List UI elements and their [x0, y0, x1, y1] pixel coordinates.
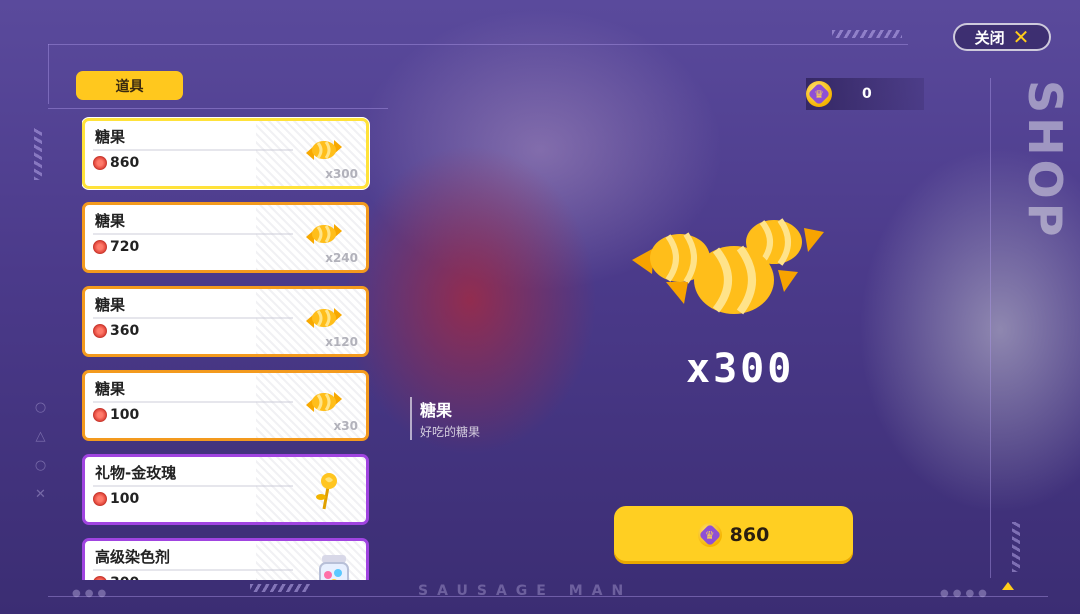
dye-jar-icon	[319, 555, 349, 580]
item-divider	[93, 569, 293, 571]
item-price-value: 300	[110, 575, 139, 580]
crown-coin-icon: ♛	[697, 523, 722, 547]
candy-icon	[306, 392, 342, 412]
price-coin-icon	[93, 492, 107, 506]
frame-hatch-left	[34, 128, 42, 180]
item-price: 860	[93, 155, 139, 171]
item-price-value: 720	[110, 239, 140, 255]
side-shape-icons: ○△○✕	[33, 400, 48, 516]
item-detail-title: 糖果 好吃的糖果	[410, 397, 480, 440]
golden-rose-icon	[316, 473, 337, 510]
frame-inner-line	[48, 108, 388, 109]
item-name: 高级染色剂	[95, 548, 171, 566]
price-coin-icon	[93, 408, 107, 422]
frame-hatch-top	[832, 30, 902, 38]
price-coin-icon	[93, 576, 107, 580]
item-price: 720	[93, 239, 139, 255]
item-divider	[93, 485, 293, 487]
item-price: 300	[93, 575, 139, 580]
item-name: 糖果	[95, 128, 126, 146]
corner-triangle-icon	[1002, 582, 1014, 590]
close-button[interactable]: 关闭 ✕	[953, 23, 1051, 51]
frame-dots-right: ●●●●	[940, 588, 991, 599]
currency-value: 0	[862, 86, 872, 102]
item-name: 糖果	[95, 380, 126, 398]
footer-sausage-man-text: SAUSAGE MAN	[418, 583, 633, 599]
item-price: 360	[93, 323, 139, 339]
item-price: 100	[93, 491, 139, 507]
item-list[interactable]: 糖果 860 x300 糖果 720 x240 糖果 360 x120 糖果 1…	[82, 117, 370, 580]
item-price-value: 860	[110, 155, 140, 171]
item-name: 礼物-金玫瑰	[95, 464, 177, 482]
item-price-value: 100	[110, 491, 140, 507]
item-divider	[93, 233, 293, 235]
candy-bundle-icon	[632, 218, 824, 315]
item-divider	[93, 401, 293, 403]
item-quantity: x300	[325, 167, 358, 181]
item-price-value: 360	[110, 323, 140, 339]
shop-item-dye[interactable]: 高级染色剂 300	[82, 538, 369, 580]
item-divider	[93, 149, 293, 151]
buy-price: 860	[729, 524, 770, 546]
shop-item-candy-120[interactable]: 糖果 360 x120	[82, 286, 369, 357]
price-coin-icon	[93, 324, 107, 338]
side-shop-watermark: SHOP	[1018, 80, 1072, 241]
item-name: 糖果	[95, 296, 126, 314]
frame-left-line	[48, 44, 49, 104]
frame-hatch-bottom	[250, 584, 310, 592]
item-price: 100	[93, 407, 139, 423]
frame-right-line	[990, 78, 991, 578]
candy-icon	[306, 224, 342, 244]
close-label: 关闭	[974, 28, 1005, 47]
item-divider	[93, 317, 293, 319]
detail-quantity: x300	[686, 346, 795, 392]
item-price-value: 100	[110, 407, 140, 423]
shop-item-candy-30[interactable]: 糖果 100 x30	[82, 370, 369, 441]
shop-item-candy-300[interactable]: 糖果 860 x300	[82, 118, 369, 189]
buy-button[interactable]: ♛ 860	[614, 506, 853, 564]
candy-icon	[306, 140, 342, 160]
item-quantity: x240	[325, 251, 358, 265]
close-x-icon: ✕	[1012, 25, 1030, 49]
candy-icon	[306, 308, 342, 328]
currency-display: ♛ 0	[806, 78, 924, 110]
tab-props[interactable]: 道具	[76, 71, 183, 100]
price-coin-icon	[93, 156, 107, 170]
detail-item-description: 好吃的糖果	[420, 425, 481, 439]
price-coin-icon	[93, 240, 107, 254]
shop-item-candy-240[interactable]: 糖果 720 x240	[82, 202, 369, 273]
shop-item-golden-rose[interactable]: 礼物-金玫瑰 100	[82, 454, 369, 525]
frame-top-line	[48, 44, 908, 45]
item-quantity: x120	[325, 335, 358, 349]
item-name: 糖果	[95, 212, 126, 230]
frame-dots-left: ●●●	[72, 588, 111, 599]
detail-item-name: 糖果	[420, 401, 453, 420]
crown-coin-icon: ♛	[806, 81, 832, 107]
frame-hatch-right	[1012, 522, 1020, 572]
item-quantity: x30	[333, 419, 358, 433]
